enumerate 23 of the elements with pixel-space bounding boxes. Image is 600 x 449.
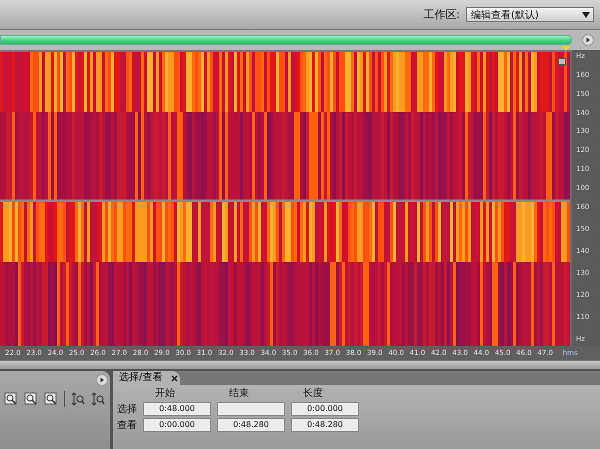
panel-tab[interactable]: 选择/查看 (113, 371, 180, 385)
zoom-icon[interactable] (24, 392, 38, 406)
caret-icon (582, 12, 590, 18)
time-field[interactable] (217, 402, 285, 416)
vertical-zoom-icon[interactable] (91, 392, 105, 406)
zoom-toggle-icon[interactable] (558, 58, 566, 65)
row-label: 选择 (117, 402, 137, 416)
zoom-icon[interactable] (4, 392, 18, 406)
column-header: 开始 (154, 387, 176, 400)
panel-menu-icon[interactable] (96, 374, 108, 386)
time-field[interactable]: 0:00.000 (291, 402, 359, 416)
zoom-icon[interactable] (44, 392, 58, 406)
time-field[interactable]: 0:48.280 (291, 418, 359, 432)
time-field[interactable]: 0:48.000 (143, 402, 211, 416)
workspace-dropdown[interactable]: 编辑查看(默认) (466, 7, 594, 22)
vertical-zoom-icon[interactable] (71, 392, 85, 406)
row-label: 查看 (117, 418, 137, 432)
close-icon[interactable] (171, 375, 178, 382)
column-header: 结束 (228, 386, 250, 400)
time-field[interactable]: 0:00.000 (143, 418, 211, 432)
time-field[interactable]: 0:48.280 (217, 418, 285, 432)
workspace-label: 工作区: (423, 7, 460, 22)
column-header: 长度 (302, 386, 324, 400)
